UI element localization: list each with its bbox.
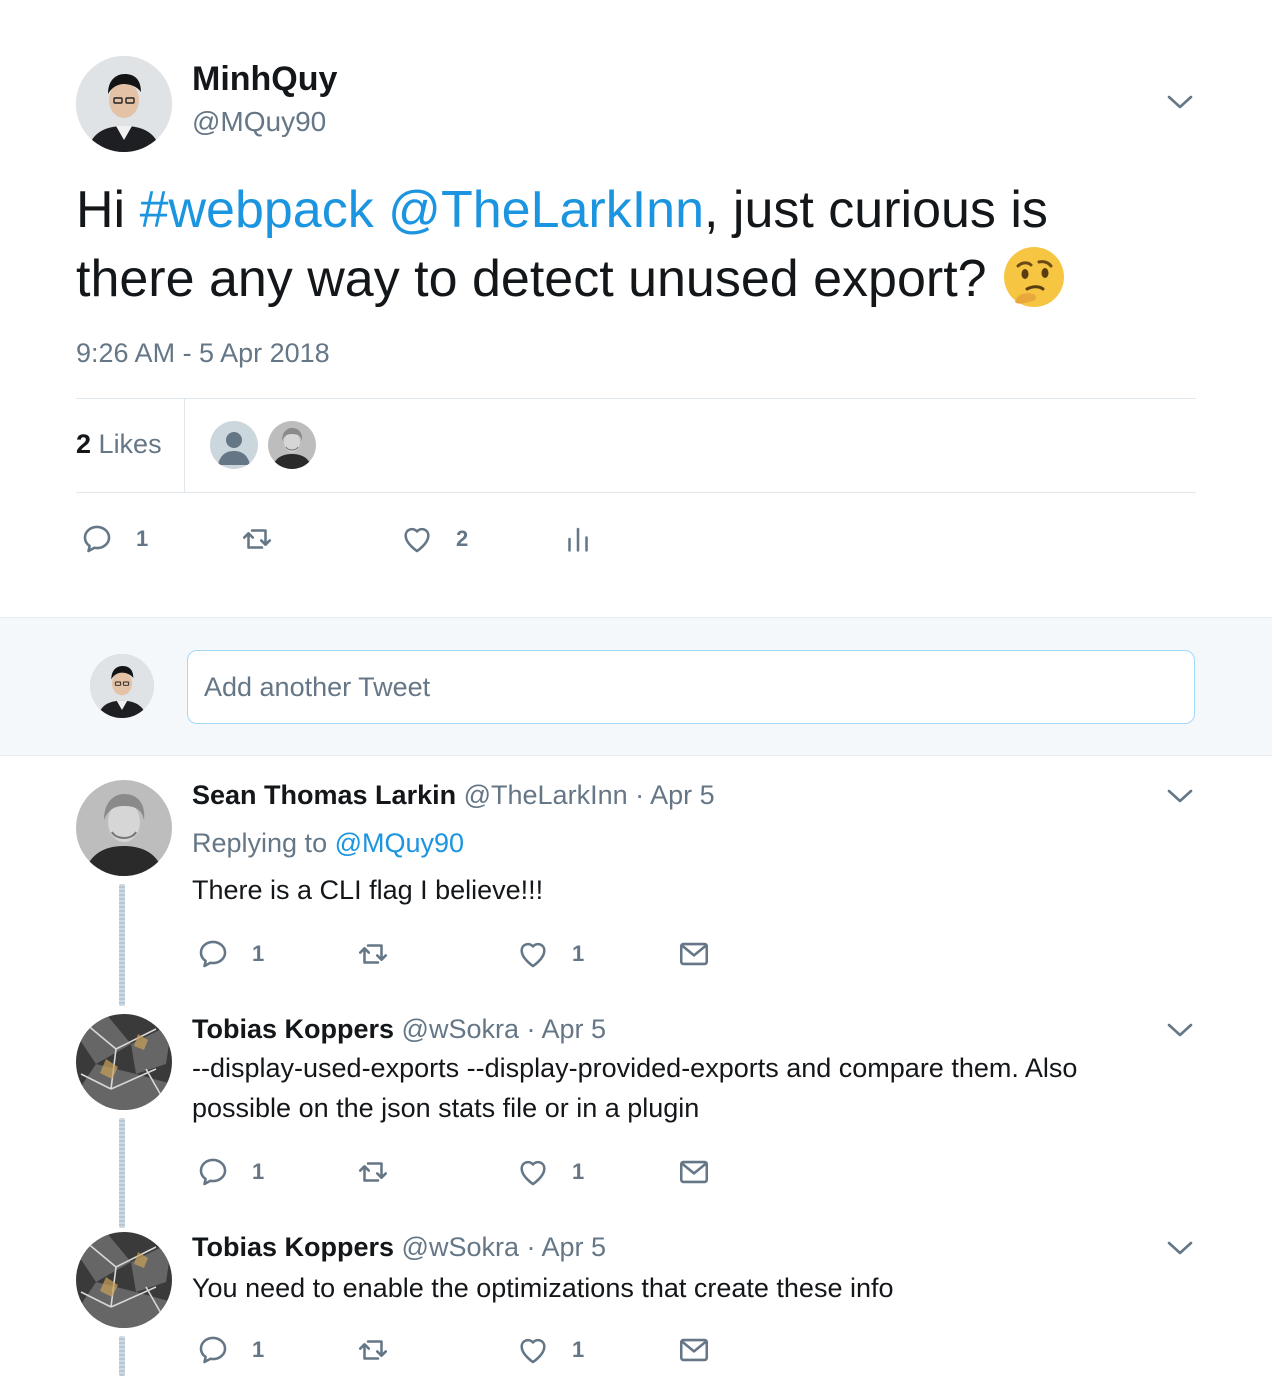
reply-tweet: Tobias Koppers @wSokra · Apr 5 You need … [0, 1224, 1272, 1376]
reply-count: 1 [252, 1337, 265, 1362]
retweet-button[interactable] [356, 1330, 390, 1370]
reply-text: You need to enable the optimizations tha… [192, 1273, 894, 1303]
reply-avatar[interactable] [76, 1232, 172, 1328]
retweet-button[interactable] [356, 934, 390, 974]
reply-icon [196, 1155, 230, 1189]
replying-to-link[interactable]: @MQuy90 [335, 828, 464, 858]
like-button[interactable]: 1 [516, 1152, 584, 1192]
reply-date[interactable]: · Apr 5 [527, 1232, 607, 1262]
compose-reply [0, 617, 1272, 756]
likes-count[interactable]: 2 Likes [76, 429, 162, 460]
reply-author-name[interactable]: Tobias Koppers [192, 1014, 394, 1044]
likes-stats: 2 Likes [76, 399, 1196, 492]
reply-avatar[interactable] [76, 1014, 172, 1110]
reply-actions: 1 1 [196, 1330, 716, 1370]
reply-date[interactable]: · Apr 5 [635, 780, 715, 810]
stats-separator [184, 399, 185, 492]
liker-avatar[interactable] [210, 421, 258, 469]
chevron-down-icon[interactable] [1166, 92, 1194, 112]
reply-author-handle[interactable]: @TheLarkInn [464, 780, 628, 810]
main-tweet: MinhQuy @MQuy90 Hi #webpack @TheLarkInn,… [0, 0, 1272, 617]
reply-button[interactable]: 1 [196, 934, 264, 974]
direct-message-button[interactable] [677, 934, 711, 974]
reply-count: 1 [252, 1159, 265, 1184]
retweet-icon [356, 937, 390, 971]
chevron-down-icon[interactable] [1166, 1020, 1194, 1040]
mention-link[interactable]: @TheLarkInn [388, 181, 704, 239]
heart-icon [516, 1155, 550, 1189]
chevron-down-icon[interactable] [1166, 786, 1194, 806]
reply-icon [196, 1333, 230, 1367]
reply-header: Tobias Koppers @wSokra · Apr 5 [192, 1014, 606, 1045]
likes-number: 2 [76, 429, 92, 459]
reply-date[interactable]: · Apr 5 [527, 1014, 607, 1044]
replying-to: Replying to @MQuy90 [192, 828, 464, 859]
like-count: 1 [572, 941, 585, 966]
envelope-icon [677, 937, 711, 971]
heart-icon [516, 1333, 550, 1367]
reply-author-name[interactable]: Sean Thomas Larkin [192, 780, 456, 810]
retweet-button[interactable] [356, 1152, 390, 1192]
hashtag-link[interactable]: #webpack [140, 181, 374, 239]
like-button[interactable]: 2 [400, 519, 468, 559]
envelope-icon [677, 1155, 711, 1189]
reply-avatar[interactable] [76, 780, 172, 876]
heart-icon [516, 937, 550, 971]
author-handle[interactable]: @MQuy90 [192, 106, 326, 138]
user-avatar[interactable] [90, 654, 154, 718]
like-count: 1 [572, 1159, 585, 1184]
retweet-button[interactable] [240, 519, 274, 559]
tweet-text-start: Hi [76, 181, 140, 239]
reply-button[interactable]: 1 [196, 1152, 264, 1192]
reply-author-name[interactable]: Tobias Koppers [192, 1232, 394, 1262]
like-count: 1 [572, 1337, 585, 1362]
analytics-button[interactable] [561, 519, 595, 559]
author-avatar[interactable] [76, 56, 172, 152]
like-count: 2 [456, 526, 469, 551]
envelope-icon [677, 1333, 711, 1367]
reply-author-handle[interactable]: @wSokra [402, 1014, 519, 1044]
tweet-text: Hi #webpack @TheLarkInn, just curious is… [76, 176, 1176, 313]
divider [76, 492, 1196, 493]
thinking-face-icon [1001, 244, 1067, 310]
like-button[interactable]: 1 [516, 1330, 584, 1370]
retweet-icon [356, 1333, 390, 1367]
reply-author-handle[interactable]: @wSokra [402, 1232, 519, 1262]
chevron-down-icon[interactable] [1166, 1238, 1194, 1258]
retweet-icon [356, 1155, 390, 1189]
analytics-icon [561, 522, 595, 556]
likes-label: Likes [98, 429, 162, 459]
reply-text: There is a CLI flag I believe!!! [192, 875, 544, 905]
add-tweet-input[interactable] [187, 650, 1195, 724]
liker-avatar[interactable] [268, 421, 316, 469]
tweet-timestamp[interactable]: 9:26 AM - 5 Apr 2018 [76, 338, 330, 369]
direct-message-button[interactable] [677, 1330, 711, 1370]
direct-message-button[interactable] [677, 1152, 711, 1192]
reply-icon [196, 937, 230, 971]
reply-header: Sean Thomas Larkin @TheLarkInn · Apr 5 [192, 780, 715, 811]
author-name[interactable]: MinhQuy [192, 60, 337, 99]
heart-icon [400, 522, 434, 556]
reply-icon [80, 522, 114, 556]
reply-actions: 1 1 [196, 934, 716, 974]
tweet-actions: 1 2 [80, 519, 640, 559]
reply-count: 1 [252, 941, 265, 966]
reply-header: Tobias Koppers @wSokra · Apr 5 [192, 1232, 606, 1263]
reply-actions: 1 1 [196, 1152, 716, 1192]
reply-tweet: Sean Thomas Larkin @TheLarkInn · Apr 5 R… [0, 756, 1272, 1006]
reply-button[interactable]: 1 [80, 519, 148, 559]
reply-text: --display-used-exports --display-provide… [192, 1053, 1078, 1123]
like-button[interactable]: 1 [516, 934, 584, 974]
retweet-icon [240, 522, 274, 556]
replying-to-label: Replying to [192, 828, 328, 858]
reply-button[interactable]: 1 [196, 1330, 264, 1370]
reply-count: 1 [136, 526, 149, 551]
reply-tweet: Tobias Koppers @wSokra · Apr 5 --display… [0, 1006, 1272, 1224]
